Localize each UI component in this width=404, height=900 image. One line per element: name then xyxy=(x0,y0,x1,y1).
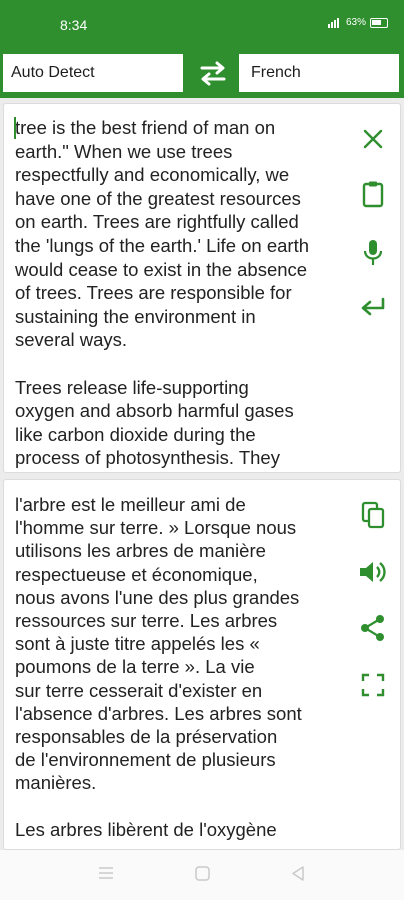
status-indicators: 63% xyxy=(327,17,388,28)
swap-icon[interactable] xyxy=(196,58,230,88)
source-text-input[interactable]: tree is the best friend of man on earth.… xyxy=(15,116,345,470)
share-icon[interactable] xyxy=(358,613,388,643)
system-nav-bar xyxy=(0,850,404,900)
mic-icon[interactable] xyxy=(358,238,388,268)
menu-icon[interactable] xyxy=(98,866,114,880)
clipboard-icon[interactable] xyxy=(358,179,388,209)
source-language-selector[interactable]: Auto Detect xyxy=(3,54,183,92)
speaker-icon[interactable] xyxy=(358,557,388,587)
language-bar: Auto Detect French xyxy=(0,50,404,98)
status-time: 8:34 xyxy=(60,17,88,33)
home-icon[interactable] xyxy=(195,866,210,881)
fullscreen-icon[interactable] xyxy=(358,670,388,700)
enter-icon[interactable] xyxy=(358,292,388,322)
translation-panel: l'arbre est le meilleur ami de l'homme s… xyxy=(3,479,401,850)
translated-text: l'arbre est le meilleur ami de l'homme s… xyxy=(15,494,302,840)
battery-percent: 63% xyxy=(345,17,366,28)
battery-icon xyxy=(370,17,388,28)
copy-icon[interactable] xyxy=(358,500,388,530)
wifi-icon xyxy=(327,17,339,28)
status-bar: 8:34 63% xyxy=(0,0,404,50)
source-text-panel: tree is the best friend of man on earth.… xyxy=(3,103,401,473)
back-icon[interactable] xyxy=(291,866,305,881)
text-cursor xyxy=(14,117,16,139)
target-language-selector[interactable]: French xyxy=(239,54,399,92)
close-icon[interactable] xyxy=(358,124,388,154)
